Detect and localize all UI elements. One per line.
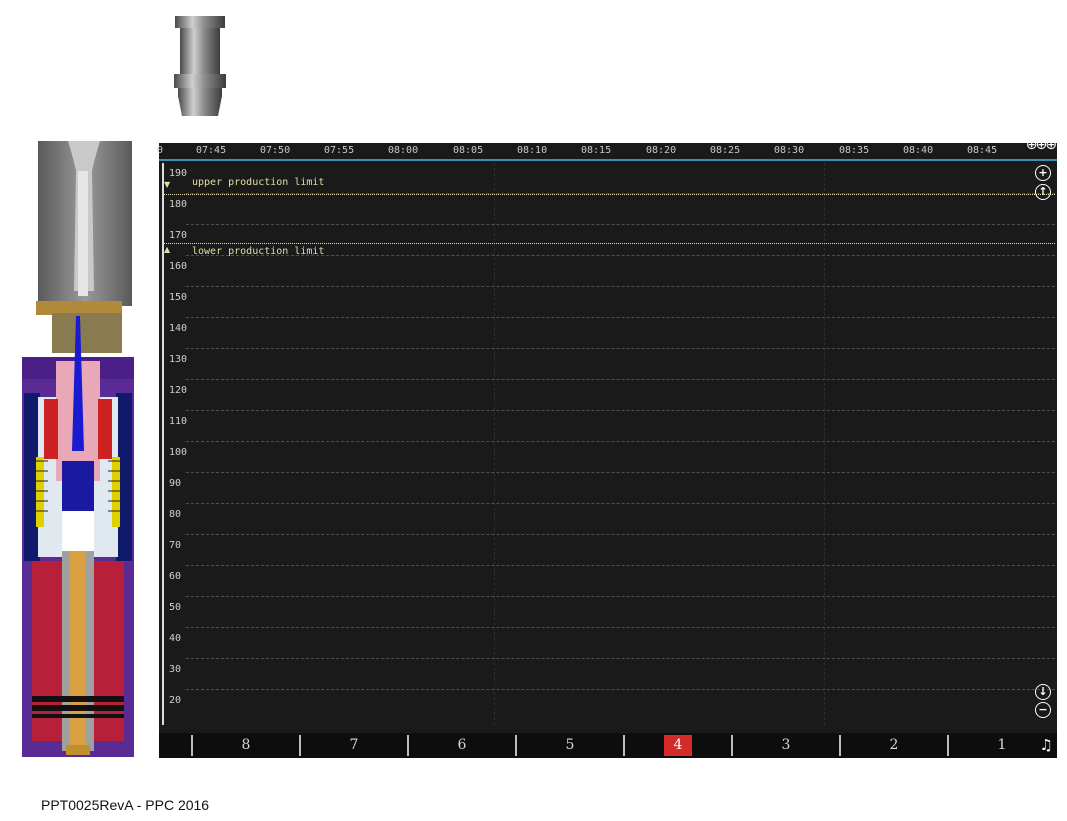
trend-monitor: 0 07:45 07:50 07:55 08:00 08:05 08:10 08…	[157, 137, 1057, 758]
gridline	[186, 565, 1055, 566]
tab-cavity-7[interactable]: 7	[299, 735, 407, 756]
y-tick: 130	[169, 354, 188, 365]
gridline	[186, 534, 1055, 535]
y-tick: 140	[169, 323, 188, 334]
gridline	[186, 503, 1055, 504]
alarm-bell-icon[interactable]: ♫	[1040, 736, 1053, 754]
trend-plot-area[interactable]: 190 180 170 160 150 140 130 120 110 100 …	[162, 163, 1057, 725]
time-axis-bar: 0 07:45 07:50 07:55 08:00 08:05 08:10 08…	[157, 137, 1057, 161]
time-tick: 0	[157, 145, 164, 156]
time-tick: 08:40	[903, 145, 934, 156]
lower-limit-marker-icon: ▲	[164, 245, 171, 254]
y-tick: 100	[169, 447, 188, 458]
time-tick: 08:30	[774, 145, 805, 156]
gridline	[186, 627, 1055, 628]
y-tick: 190	[169, 168, 188, 179]
tab-cavity-5[interactable]: 5	[515, 735, 623, 756]
zoom-out-icon[interactable]: −	[1035, 702, 1051, 718]
y-tick: 150	[169, 292, 188, 303]
y-tick: 120	[169, 385, 188, 396]
upper-limit-line	[164, 194, 1055, 195]
time-tick: 08:00	[388, 145, 419, 156]
gridline	[186, 224, 1055, 225]
gridline	[186, 441, 1055, 442]
tab-cavity-6[interactable]: 6	[407, 735, 515, 756]
gridline	[186, 410, 1055, 411]
vertical-gridline	[824, 163, 825, 725]
time-tick: 08:05	[453, 145, 484, 156]
cavity-tab-bar: 8 7 6 5 4 3 2 1 ♫	[159, 733, 1057, 758]
y-tick: 180	[169, 199, 188, 210]
y-tick: 40	[169, 633, 182, 644]
y-tick: 80	[169, 509, 182, 520]
upper-limit-label: upper production limit	[192, 177, 325, 188]
time-tick: 07:55	[324, 145, 355, 156]
gridline	[186, 379, 1055, 380]
y-tick: 60	[169, 571, 182, 582]
y-tick: 30	[169, 664, 182, 675]
y-tick: 20	[169, 695, 182, 706]
zoom-in-icon[interactable]: +	[1035, 165, 1051, 181]
time-tick: 08:10	[517, 145, 548, 156]
gridline	[186, 596, 1055, 597]
tab-cavity-3[interactable]: 3	[731, 735, 839, 756]
time-tick: 08:20	[646, 145, 677, 156]
part-image	[174, 16, 226, 116]
time-tick: 08:45	[967, 145, 998, 156]
gridline	[186, 317, 1055, 318]
y-tick: 170	[169, 230, 188, 241]
gridline	[186, 658, 1055, 659]
tab-cavity-4[interactable]: 4	[623, 735, 731, 756]
time-tick: 07:50	[260, 145, 291, 156]
y-tick: 50	[169, 602, 182, 613]
scroll-down-icon[interactable]: ↓	[1035, 684, 1051, 700]
y-tick: 70	[169, 540, 182, 551]
vertical-gridline	[494, 163, 495, 725]
gridline	[186, 348, 1055, 349]
footer-caption: PPT0025RevA - PPC 2016	[41, 797, 210, 813]
scroll-up-icon[interactable]: ↑	[1035, 184, 1051, 200]
tab-cavity-8[interactable]: 8	[191, 735, 299, 756]
lower-limit-label: lower production limit	[192, 246, 325, 257]
time-tick: 08:25	[710, 145, 741, 156]
y-tick: 110	[169, 416, 188, 427]
view-controls-icon[interactable]: ⊕⊕⊕	[1026, 137, 1057, 153]
mold-cross-section-illustration	[22, 141, 134, 757]
time-tick: 08:15	[581, 145, 612, 156]
y-tick: 160	[169, 261, 188, 272]
tab-cavity-2[interactable]: 2	[839, 735, 947, 756]
gridline	[186, 689, 1055, 690]
lower-limit-line	[164, 243, 1055, 244]
gridline	[186, 286, 1055, 287]
gridline	[186, 472, 1055, 473]
time-tick: 07:45	[196, 145, 227, 156]
y-tick: 90	[169, 478, 182, 489]
time-tick: 08:35	[839, 145, 870, 156]
upper-limit-marker-icon: ▼	[164, 180, 171, 189]
